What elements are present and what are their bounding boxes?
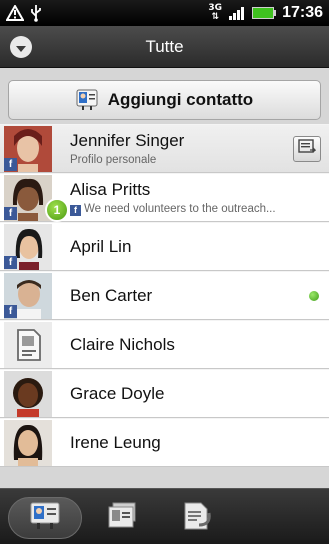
contact-row-grace-doyle[interactable]: Grace Doyle	[0, 369, 329, 418]
contact-list[interactable]: Aggiungi contatto f Jennifer Singer Prof…	[0, 68, 329, 488]
add-contact-icon	[76, 89, 100, 111]
contact-row-claire-nichols[interactable]: Claire Nichols	[0, 320, 329, 369]
contact-subtitle: Profilo personale	[70, 154, 157, 166]
contact-name: Grace Doyle	[70, 384, 165, 403]
facebook-icon: f	[4, 207, 17, 220]
contact-row-april-lin[interactable]: f April Lin	[0, 222, 329, 271]
tab-call-history[interactable]	[160, 497, 234, 539]
chevron-down-icon	[15, 38, 27, 57]
contact-name: Irene Leung	[70, 433, 161, 452]
contact-name: April Lin	[70, 237, 132, 256]
group-filter-button[interactable]	[10, 36, 32, 58]
facebook-icon: f	[4, 158, 17, 171]
contact-row-alisa-pritts[interactable]: f 1 Alisa Pritts f We need volunteers to …	[0, 173, 329, 222]
contact-status-update: f We need volunteers to the outreach...	[70, 203, 276, 216]
title-bar: Tutte	[0, 26, 329, 68]
tab-contacts[interactable]	[8, 497, 82, 539]
contact-row-ben-carter[interactable]: f Ben Carter	[0, 271, 329, 320]
call-history-tab-icon	[181, 501, 213, 535]
contact-row-jennifer-singer[interactable]: f Jennifer Singer Profilo personale	[0, 124, 329, 173]
groups-tab-icon	[107, 501, 139, 535]
status-text: We need volunteers to the outreach...	[84, 203, 276, 215]
contact-name: Claire Nichols	[70, 335, 175, 354]
online-status-icon	[309, 291, 319, 301]
update-count-badge: 1	[45, 198, 69, 222]
contact-name: Jennifer Singer	[70, 131, 185, 150]
add-contact-button[interactable]: Aggiungi contatto	[8, 80, 321, 120]
contact-card-icon	[298, 139, 317, 159]
signal-icon	[228, 6, 246, 20]
tab-groups[interactable]	[86, 497, 160, 539]
facebook-icon: f	[70, 205, 81, 216]
bottom-tab-bar	[0, 488, 329, 544]
clock: 17:36	[282, 4, 323, 21]
contact-card-button[interactable]	[293, 136, 321, 162]
facebook-icon: f	[4, 256, 17, 269]
avatar	[4, 322, 52, 368]
avatar	[4, 420, 52, 466]
avatar	[4, 371, 52, 417]
contacts-tab-icon	[29, 501, 61, 535]
status-bar: 3G ⇅ 17:36	[0, 0, 329, 26]
network-type-icon: 3G ⇅	[208, 3, 223, 22]
contact-name: Ben Carter	[70, 286, 153, 305]
usb-icon	[30, 4, 42, 22]
add-contact-label: Aggiungi contatto	[107, 90, 254, 109]
warning-icon	[6, 5, 24, 21]
contact-name: Alisa Pritts	[70, 180, 151, 199]
facebook-icon: f	[4, 305, 17, 318]
page-title[interactable]: Tutte	[145, 37, 183, 57]
battery-icon	[252, 7, 277, 19]
contact-row-irene-leung[interactable]: Irene Leung	[0, 418, 329, 467]
